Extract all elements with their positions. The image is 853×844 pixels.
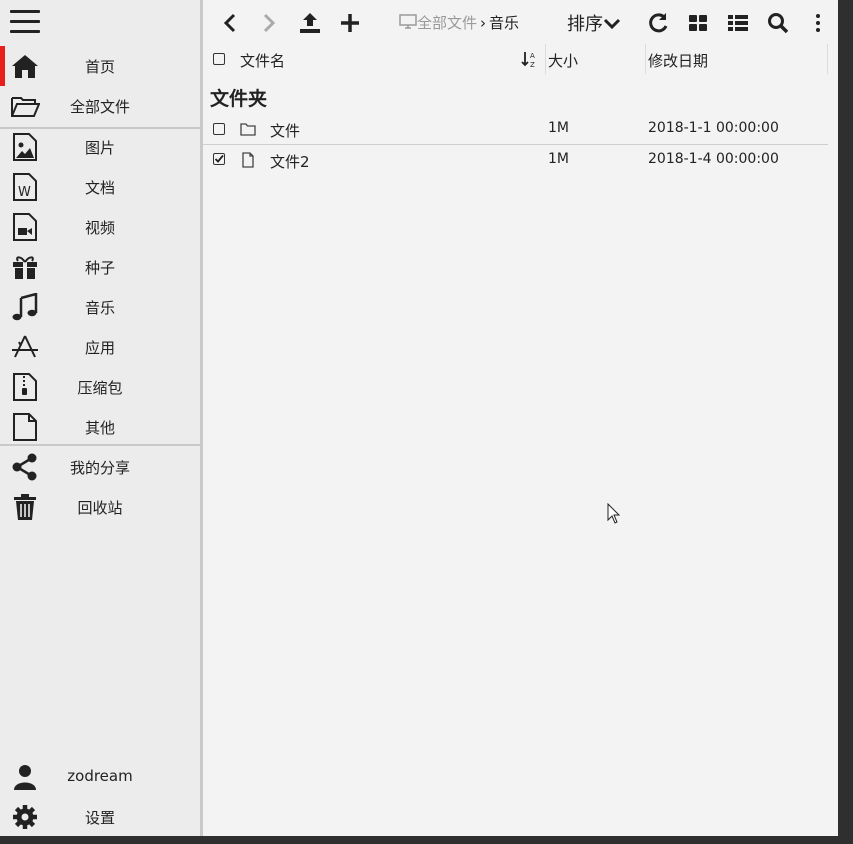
sidebar-item-other[interactable]: 其他 xyxy=(0,407,200,447)
more-button[interactable] xyxy=(805,10,831,36)
sidebar-item-music[interactable]: 音乐 xyxy=(0,287,200,327)
upload-icon xyxy=(300,13,320,33)
sidebar-item-user[interactable]: zodream xyxy=(0,757,200,797)
sidebar-item-label: 音乐 xyxy=(84,299,115,317)
back-button[interactable] xyxy=(218,10,244,36)
new-button[interactable] xyxy=(337,10,363,36)
forward-button[interactable] xyxy=(255,10,281,36)
breadcrumb: 全部文件 › 音乐 xyxy=(399,12,519,33)
sort-button[interactable]: 排序 xyxy=(567,10,621,36)
sidebar-item-label: 种子 xyxy=(84,259,115,277)
user-name: zodream xyxy=(67,767,133,785)
file-size: 1M xyxy=(548,120,569,136)
hamburger-menu-icon[interactable] xyxy=(10,10,40,36)
breadcrumb-current[interactable]: 音乐 xyxy=(489,14,519,32)
column-divider[interactable] xyxy=(545,44,546,74)
sidebar-item-label: 图片 xyxy=(84,139,115,157)
sidebar-item-apps[interactable]: 应用 xyxy=(0,327,200,367)
chevron-down-icon xyxy=(603,18,621,30)
sidebar-item-label: 我的分享 xyxy=(69,459,130,477)
sidebar-item-recycle-bin[interactable]: 回收站 xyxy=(0,487,200,527)
sidebar: 首页 全部文件 图片 W 文档 视频 种子 音乐 应用 压缩包 其他 我的分享 … xyxy=(0,0,203,836)
sidebar-item-label: 回收站 xyxy=(77,499,123,517)
search-icon xyxy=(768,13,789,34)
list-view-button[interactable] xyxy=(725,10,751,36)
computer-icon xyxy=(399,14,417,29)
sidebar-item-videos[interactable]: 视频 xyxy=(0,207,200,247)
sidebar-item-label: 设置 xyxy=(84,809,115,827)
sidebar-item-my-shares[interactable]: 我的分享 xyxy=(0,447,200,487)
file-date: 2018-1-1 00:00:00 xyxy=(648,120,779,136)
svg-text:Z: Z xyxy=(530,61,535,68)
refresh-icon xyxy=(649,13,668,33)
sidebar-item-label: 全部文件 xyxy=(69,98,130,116)
sidebar-item-label: 压缩包 xyxy=(77,379,123,397)
main-panel: 全部文件 › 音乐 排序 文件名 AZ 大小 修改日期 文件夹 文件 1M 2018… xyxy=(203,0,838,836)
refresh-button[interactable] xyxy=(645,10,671,36)
mouse-cursor-icon xyxy=(607,502,621,525)
select-all-checkbox[interactable] xyxy=(213,53,225,65)
list-icon xyxy=(728,15,748,31)
sidebar-item-label: 文档 xyxy=(84,179,115,197)
file-name: 文件 xyxy=(270,122,301,140)
sidebar-item-label: 其他 xyxy=(84,419,115,437)
sidebar-divider xyxy=(0,444,200,446)
svg-text:A: A xyxy=(530,52,535,60)
more-vertical-icon xyxy=(816,14,820,32)
column-size-header[interactable]: 大小 xyxy=(548,50,578,71)
sidebar-item-label: 应用 xyxy=(84,339,115,357)
plus-icon xyxy=(341,14,359,32)
sidebar-item-all-files[interactable]: 全部文件 xyxy=(0,86,200,126)
table-header: 文件名 AZ 大小 修改日期 xyxy=(203,44,828,74)
sidebar-item-label: 首页 xyxy=(84,58,115,76)
grid-view-button[interactable] xyxy=(685,10,711,36)
column-divider[interactable] xyxy=(645,44,646,74)
sidebar-item-torrents[interactable]: 种子 xyxy=(0,247,200,287)
file-name: 文件2 xyxy=(270,153,310,171)
column-date-header[interactable]: 修改日期 xyxy=(648,50,708,71)
row-checkbox-checked[interactable] xyxy=(213,153,225,165)
search-button[interactable] xyxy=(765,10,791,36)
file-icon xyxy=(240,152,256,168)
chevron-right-icon xyxy=(263,13,276,33)
sidebar-item-images[interactable]: 图片 xyxy=(0,127,200,167)
sidebar-item-documents[interactable]: W 文档 xyxy=(0,167,200,207)
folder-icon xyxy=(240,121,256,137)
row-checkbox[interactable] xyxy=(213,123,225,135)
app-window: 首页 全部文件 图片 W 文档 视频 种子 音乐 应用 压缩包 其他 我的分享 … xyxy=(0,0,838,836)
column-divider[interactable] xyxy=(827,44,828,74)
check-icon xyxy=(214,154,224,163)
sidebar-item-archives[interactable]: 压缩包 xyxy=(0,367,200,407)
column-name-header[interactable]: 文件名 xyxy=(240,50,285,71)
chevron-right-icon: › xyxy=(480,14,487,32)
file-size: 1M xyxy=(548,151,569,167)
upload-button[interactable] xyxy=(297,10,323,36)
sort-label: 排序 xyxy=(567,14,603,35)
sidebar-item-settings[interactable]: 设置 xyxy=(0,797,200,837)
table-row[interactable]: 文件 1M 2018-1-1 00:00:00 xyxy=(203,114,828,144)
chevron-left-icon xyxy=(223,13,236,33)
grid-icon xyxy=(689,15,707,31)
file-date: 2018-1-4 00:00:00 xyxy=(648,151,779,167)
sort-az-icon[interactable]: AZ xyxy=(521,50,537,69)
section-title: 文件夹 xyxy=(210,88,268,110)
sidebar-item-home[interactable]: 首页 xyxy=(0,46,200,86)
table-row[interactable]: 文件2 1M 2018-1-4 00:00:00 xyxy=(203,145,828,175)
breadcrumb-root[interactable]: 全部文件 xyxy=(417,14,477,32)
sidebar-item-label: 视频 xyxy=(84,219,115,237)
